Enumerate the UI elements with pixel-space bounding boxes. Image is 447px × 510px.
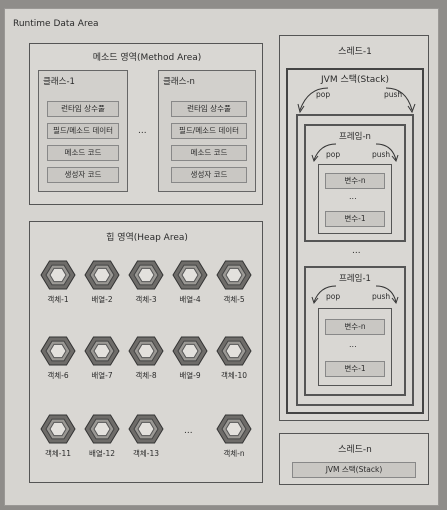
jvm-stack: JVM 스택(Stack) pop push 프레임-n pop push 변수… [286,68,424,414]
hexagon-icon [128,336,164,366]
heap-area: 힙 영역(Heap Area) 객체-1 배열-2 객체-3 배열-4 객체-5 객체-6… [29,221,263,483]
heap-objects: 객체-1 배열-2 객체-3 배열-4 객체-5 객체-6 배열-7 객체-8 배열-9 객체-1… [30,222,264,484]
class-n-title: 클래스-n [163,77,195,87]
method-area-ellipsis: ... [138,126,147,136]
thread-n-stack: JVM 스택(Stack) [292,462,416,478]
hexagon-icon [216,414,252,444]
hexagon-icon [172,260,208,290]
frame-n-var: 변수-1 [325,211,385,227]
method-area: 메소드 영역(Method Area) 클래스-1 런타임 상수풀 필드/메소드… [29,43,263,205]
hexagon-icon [216,336,252,366]
heap-object: 배열-4 [168,258,212,310]
thread-n: 스레드-n JVM 스택(Stack) [279,433,429,485]
frame-1-var-ellipsis: ... [349,340,357,349]
thread-1: 스레드-1 JVM 스택(Stack) pop push 프레임-n pop p… [279,35,429,421]
heap-object: 배열-9 [168,334,212,386]
heap-object-label: 배열-7 [91,371,113,380]
heap-object: 배열-7 [80,334,124,386]
heap-object-label: 객체-5 [223,295,245,304]
frame-n: 프레임-n pop push 변수-n ... 변수-1 [304,124,406,242]
hexagon-icon [40,336,76,366]
frame-1-var: 변수-n [325,319,385,335]
hexagon-icon [84,336,120,366]
frame-n-pop: pop [326,150,341,159]
class-1-item: 필드/메소드 데이터 [47,123,119,139]
class-1-item: 런타임 상수풀 [47,101,119,117]
heap-object: 객체-8 [124,334,168,386]
hexagon-icon [84,414,120,444]
stack-pop-label: pop [316,90,331,99]
heap-object-label: 객체-10 [220,371,248,380]
class-1-title: 클래스-1 [43,77,75,87]
frame-1-pop: pop [326,292,341,301]
heap-object-label: 객체-11 [44,449,72,458]
class-n-item: 필드/메소드 데이터 [171,123,247,139]
hexagon-icon [172,336,208,366]
stack-push-label: push [384,90,403,99]
stack-arrows [297,87,416,114]
heap-object-label: 객체-n [223,449,245,458]
class-n-item: 생성자 코드 [171,167,247,183]
thread-n-title: 스레드-n [338,445,372,455]
heap-object: 객체-6 [36,334,80,386]
heap-object: 객체-5 [212,258,256,310]
frame-1: 프레임-1 pop push 변수-n ... 변수-1 [304,266,406,396]
heap-object: 배열-12 [80,412,124,464]
heap-object: 객체-3 [124,258,168,310]
heap-object-label: 객체-8 [135,371,157,380]
heap-ellipsis: ... [184,426,193,436]
heap-object-last: 객체-n [212,412,256,464]
runtime-data-area-title: Runtime Data Area [13,19,99,29]
frame-n-vars: 변수-n ... 변수-1 [318,164,392,234]
heap-object-label: 객체-3 [135,295,157,304]
hexagon-icon [128,414,164,444]
heap-object: 객체-11 [36,412,80,464]
class-n-item: 런타임 상수풀 [171,101,247,117]
frame-n-var-ellipsis: ... [349,192,357,201]
method-area-title: 메소드 영역(Method Area) [92,53,202,63]
class-n-box: 클래스-n 런타임 상수풀 필드/메소드 데이터 메소드 코드 생성자 코드 [158,70,256,192]
class-n-item: 메소드 코드 [171,145,247,161]
heap-object: 객체-10 [212,334,256,386]
thread-1-title: 스레드-1 [338,47,372,57]
frame-1-push: push [372,292,391,301]
class-1-item: 생성자 코드 [47,167,119,183]
heap-object-label: 배열-4 [179,295,201,304]
frame-1-vars: 변수-n ... 변수-1 [318,308,392,386]
hexagon-icon [216,260,252,290]
hexagon-icon [40,260,76,290]
heap-object-label: 배열-12 [88,449,116,458]
heap-object-label: 객체-6 [47,371,69,380]
heap-object-label: 배열-9 [179,371,201,380]
heap-object: 배열-2 [80,258,124,310]
frame-1-var: 변수-1 [325,361,385,377]
frame-n-push: push [372,150,391,159]
heap-object-label: 배열-2 [91,295,113,304]
heap-object: 객체-13 [124,412,168,464]
frame-n-var: 변수-n [325,173,385,189]
stack-inner: 프레임-n pop push 변수-n ... 변수-1 ... 프레임-1 p… [296,114,414,406]
hexagon-icon [84,260,120,290]
heap-object-label: 객체-13 [132,449,160,458]
heap-object-label: 객체-1 [47,295,69,304]
diagram-page: Runtime Data Area 메소드 영역(Method Area) 클래… [4,8,439,506]
hexagon-icon [40,414,76,444]
heap-object: 객체-1 [36,258,80,310]
hexagon-icon [128,260,164,290]
frame-ellipsis: ... [352,246,361,256]
class-1-item: 메소드 코드 [47,145,119,161]
class-1-box: 클래스-1 런타임 상수풀 필드/메소드 데이터 메소드 코드 생성자 코드 [38,70,128,192]
